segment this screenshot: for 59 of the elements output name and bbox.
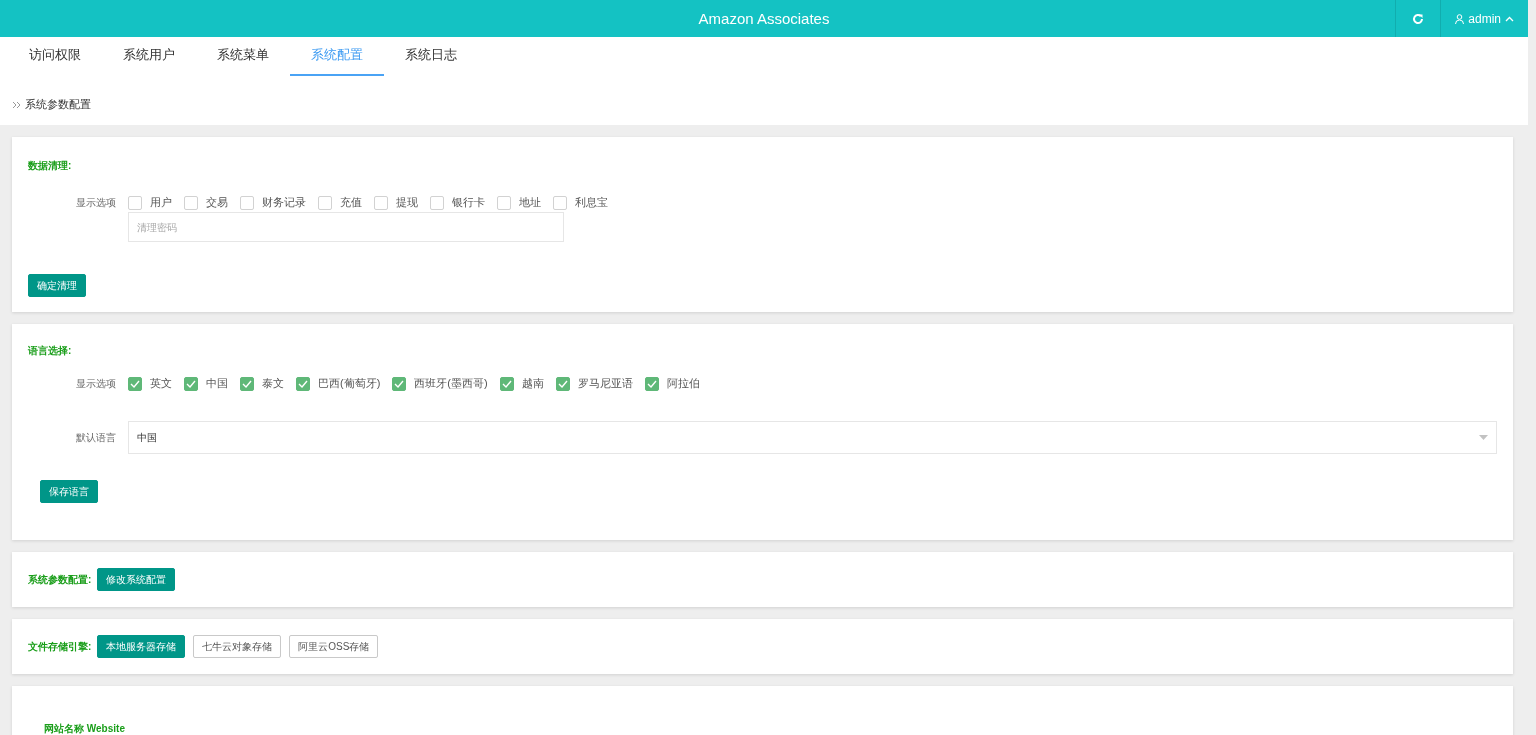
storage-option-button[interactable]: 本地服务器存储 [97,635,186,658]
language-select[interactable]: 中国 [128,421,1497,454]
checkbox[interactable] [240,376,254,391]
checkbox[interactable] [497,195,511,210]
checkbox[interactable] [555,376,570,391]
dropdown-arrow-icon [1479,435,1488,440]
app-title: Amazon Associates [698,10,830,27]
field-label: 默认语言 [75,430,117,445]
checkbox-label: 西班牙(墨西哥) [414,376,488,391]
refresh-icon [1412,12,1425,25]
checkbox[interactable] [296,376,310,391]
section-title: 语言选择: [28,344,73,358]
breadcrumb-text: 系统参数配置 [25,97,91,112]
checkbox-label: 交易 [206,195,228,210]
checkbox-label: 阿拉伯 [666,376,700,391]
checkbox-label: 巴西(葡萄牙) [318,376,381,391]
save-language-button[interactable]: 保存语言 [40,480,98,503]
checkbox-label: 中国 [206,376,228,391]
storage-option-button[interactable]: 阿里云OSS存储 [289,635,379,658]
section-title: 文件存储引擎: [28,639,92,654]
checkbox-label: 罗马尼亚语 [577,376,633,391]
checkbox-label: 用户 [150,195,172,210]
checkbox-label: 银行卡 [452,195,485,210]
checkbox-label: 提现 [396,195,418,210]
checkbox[interactable] [553,195,567,210]
edit-config-button[interactable]: 修改系统配置 [97,568,176,591]
checkbox[interactable] [499,376,514,391]
checkbox[interactable] [430,195,444,210]
checkbox[interactable] [184,376,198,391]
checkbox-label: 充值 [340,195,362,210]
checkbox[interactable] [644,376,659,391]
nav-tab[interactable]: 系统用户 [102,37,196,76]
nav-tab[interactable]: 访问权限 [8,37,102,76]
checkbox-label: 财务记录 [262,195,306,210]
checkbox[interactable] [184,195,198,210]
checkbox[interactable] [318,195,332,210]
field-label: 显示选项 [75,376,117,391]
checkbox-label: 利息宝 [575,195,608,210]
confirm-cleanup-button[interactable]: 确定清理 [28,274,86,297]
field-label: 显示选项 [75,195,117,210]
checkbox-label: 地址 [519,195,541,210]
section-title: 系统参数配置: [28,572,92,587]
password-field[interactable]: 清理密码 [128,212,564,242]
section-title: 数据清理: [28,159,73,173]
checkbox[interactable] [240,195,254,210]
storage-option-button[interactable]: 七牛云对象存储 [193,635,282,658]
checkbox[interactable] [392,376,407,391]
nav-tab[interactable]: 系统日志 [384,37,478,76]
chevron-up-icon [1505,15,1514,22]
user-icon [1455,13,1465,24]
field-label: 网站名称 Website [43,722,126,735]
checkbox-label: 英文 [150,376,172,391]
checkbox[interactable] [128,195,142,210]
checkbox[interactable] [374,195,388,210]
checkbox[interactable] [128,376,142,391]
nav-tab[interactable]: 系统菜单 [196,37,290,76]
checkbox-label: 泰文 [262,376,284,391]
checkbox-label: 越南 [521,376,544,391]
double-chevron-icon [12,100,21,109]
